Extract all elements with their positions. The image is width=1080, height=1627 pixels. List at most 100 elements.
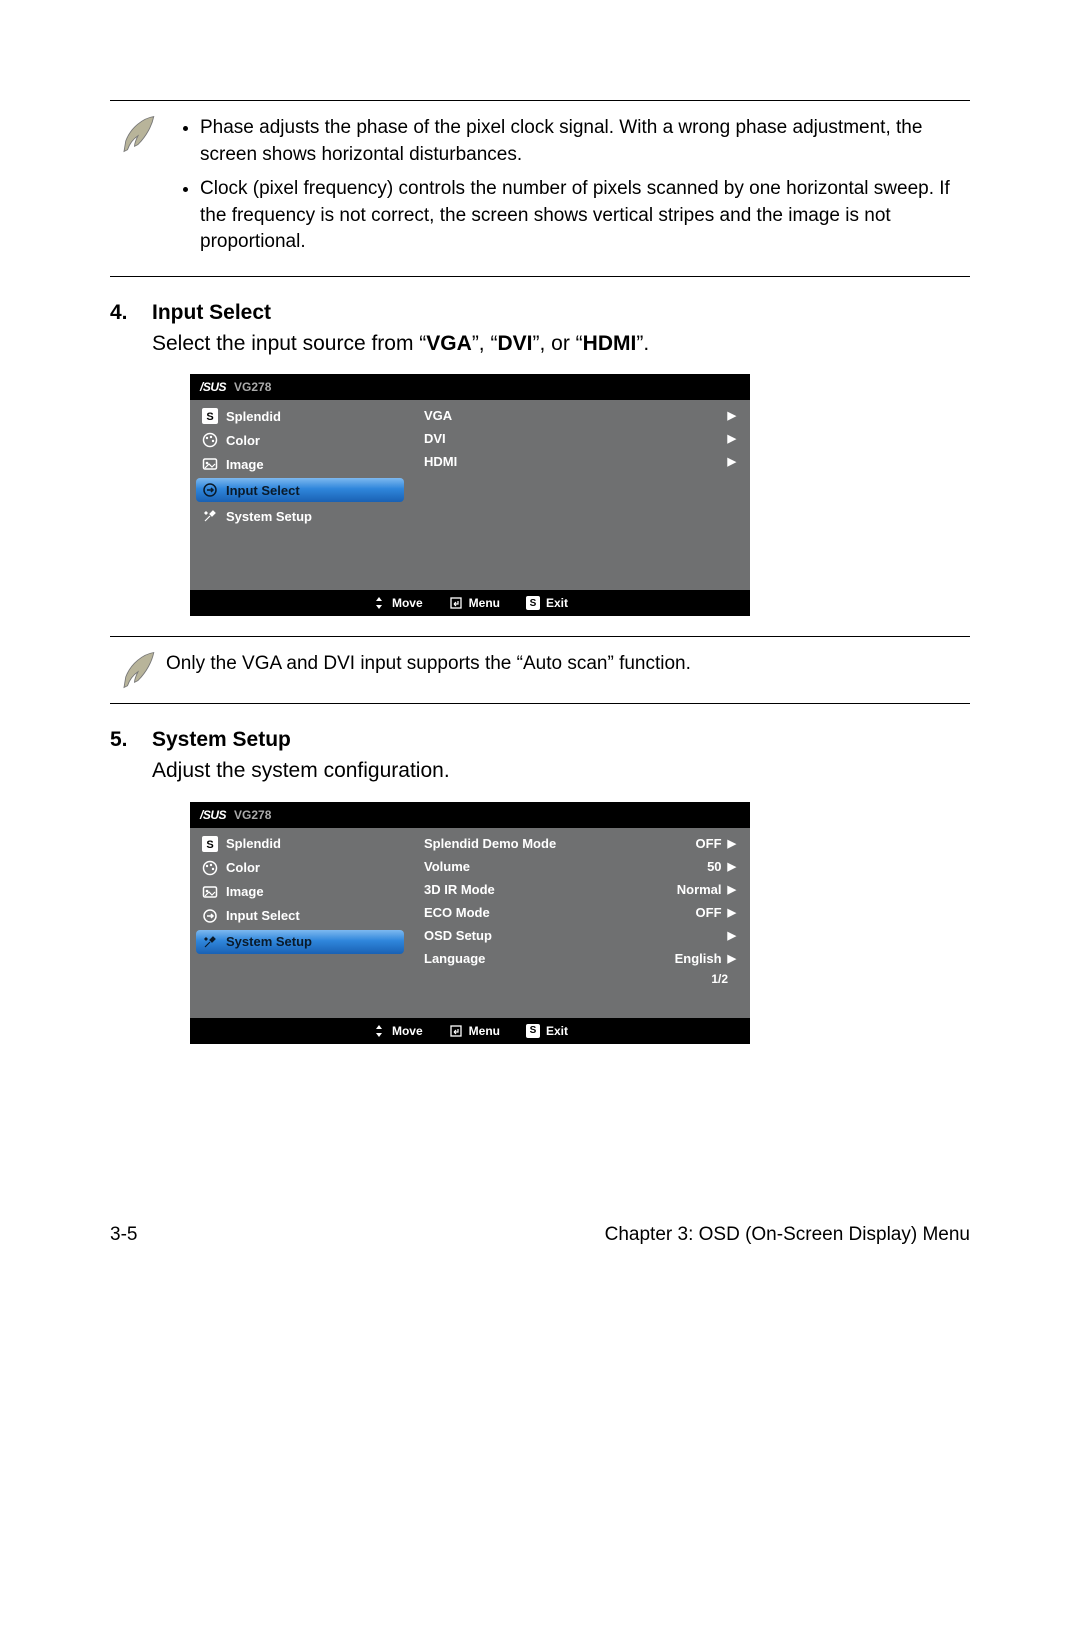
option-value: OFF (696, 905, 722, 920)
osd-option-language[interactable]: LanguageEnglish▶ (410, 947, 742, 970)
enter-icon (449, 596, 463, 610)
page-footer: 3-5 Chapter 3: OSD (On-Screen Display) M… (110, 1224, 970, 1246)
footer-move-label: Move (392, 596, 423, 610)
menu-label: Color (226, 860, 260, 875)
footer-move-label: Move (392, 1024, 423, 1038)
section-5-body: Adjust the system configuration. (152, 756, 970, 785)
menu-icon (202, 908, 218, 924)
osd-left-item-input-select[interactable]: Input Select (190, 904, 410, 928)
osd-left-item-splendid[interactable]: S Splendid (190, 404, 410, 428)
s-badge-icon: S (526, 596, 540, 610)
svg-text:S: S (206, 411, 213, 423)
menu-icon (202, 482, 218, 498)
footer-menu-label: Menu (469, 596, 500, 610)
feather-icon (110, 109, 166, 264)
osd-option-vga[interactable]: VGA▶ (410, 404, 742, 427)
monitor-model: VG278 (234, 380, 271, 394)
menu-icon: S (202, 836, 218, 852)
osd-left-item-system-setup[interactable]: System Setup (190, 504, 410, 528)
osd-option-eco-mode[interactable]: ECO ModeOFF ▶ (410, 901, 742, 924)
osd-option-dvi[interactable]: DVI▶ (410, 427, 742, 450)
chevron-right-icon: ▶ (728, 409, 736, 422)
osd-body: S Splendid Color Image Input SelectSystem Se… (190, 400, 750, 590)
option-value: Normal (677, 882, 722, 897)
note-block-1: Phase adjusts the phase of the pixel clo… (110, 100, 970, 277)
chevron-right-icon: ▶ (728, 837, 736, 850)
osd-pager: 1/2 (410, 970, 742, 988)
osd-footer: Move Menu SExit (190, 590, 750, 616)
chevron-right-icon: ▶ (728, 929, 736, 942)
osd-left-item-input-select[interactable]: Input Select (196, 478, 404, 502)
section-4-number: 4. (110, 301, 152, 325)
osd-left-item-system-setup[interactable]: System Setup (196, 930, 404, 954)
chevron-right-icon: ▶ (728, 432, 736, 445)
sec4-end: ”. (636, 332, 649, 355)
sec4-hdmi: HDMI (583, 332, 637, 355)
osd-option-hdmi[interactable]: HDMI▶ (410, 450, 742, 473)
option-label: Splendid Demo Mode (424, 836, 696, 851)
option-label: 3D IR Mode (424, 882, 677, 897)
chevron-right-icon: ▶ (728, 952, 736, 965)
footer-exit: SExit (526, 596, 568, 610)
note-content: Phase adjusts the phase of the pixel clo… (166, 109, 970, 264)
option-label: DVI (424, 431, 728, 446)
menu-icon (202, 884, 218, 900)
menu-label: Input Select (226, 908, 300, 923)
menu-label: Color (226, 433, 260, 448)
osd-left-menu: S Splendid Color Image Input Select System Se… (190, 828, 410, 1018)
osd-right-panel: Splendid Demo ModeOFF▶Volume50▶3D IR Mod… (410, 828, 750, 1018)
menu-icon (202, 432, 218, 448)
chevron-right-icon: ▶ (728, 455, 736, 468)
menu-icon: S (202, 408, 218, 424)
updown-icon (372, 596, 386, 610)
sec4-dvi: DVI (497, 332, 532, 355)
osd-header: /SUS VG278 (190, 374, 750, 400)
enter-icon (449, 1024, 463, 1038)
osd-left-menu: S Splendid Color Image Input SelectSystem Se… (190, 400, 410, 590)
menu-label: Splendid (226, 836, 281, 851)
osd-left-item-color[interactable]: Color (190, 428, 410, 452)
footer-menu: Menu (449, 1024, 500, 1038)
menu-label: Splendid (226, 409, 281, 424)
osd-right-panel: VGA▶DVI▶HDMI▶ (410, 400, 750, 590)
footer-exit-label: Exit (546, 1024, 568, 1038)
osd-option-splendid-demo-mode[interactable]: Splendid Demo ModeOFF▶ (410, 832, 742, 855)
osd-left-item-image[interactable]: Image (190, 880, 410, 904)
section-4-title: Input Select (152, 301, 271, 325)
option-label: Volume (424, 859, 707, 874)
svg-text:S: S (206, 839, 213, 851)
sec4-mid1: ”, “ (472, 332, 498, 355)
footer-menu-label: Menu (469, 1024, 500, 1038)
footer-exit: SExit (526, 1024, 568, 1038)
note1-bullet-1: Clock (pixel frequency) controls the num… (200, 176, 970, 256)
osd-left-item-splendid[interactable]: S Splendid (190, 832, 410, 856)
menu-icon (202, 456, 218, 472)
note-block-2: Only the VGA and DVI input supports the … (110, 636, 970, 704)
sec4-vga: VGA (426, 332, 472, 355)
option-value: English (675, 951, 722, 966)
option-label: OSD Setup (424, 928, 728, 943)
option-label: HDMI (424, 454, 728, 469)
menu-label: Image (226, 457, 264, 472)
osd-option-osd-setup[interactable]: OSD Setup▶ (410, 924, 742, 947)
section-4-body: Select the input source from “VGA”, “DVI… (152, 329, 970, 358)
chevron-right-icon: ▶ (728, 906, 736, 919)
osd-screenshot-system-setup: /SUSVG278SSplendidColorImageInput Select… (190, 802, 750, 1044)
osd-option-3d-ir-mode[interactable]: 3D IR ModeNormal▶ (410, 878, 742, 901)
footer-move: Move (372, 596, 423, 610)
menu-icon (202, 934, 218, 950)
osd-footer: Move Menu SExit (190, 1018, 750, 1044)
footer-move: Move (372, 1024, 423, 1038)
option-value: 50 (707, 859, 721, 874)
note1-bullet-0: Phase adjusts the phase of the pixel clo… (200, 115, 970, 168)
asus-logo: /SUS (200, 380, 226, 394)
menu-label: System Setup (226, 934, 312, 949)
asus-logo: /SUS (200, 808, 226, 822)
option-label: ECO Mode (424, 905, 696, 920)
osd-left-item-color[interactable]: Color (190, 856, 410, 880)
footer-menu: Menu (449, 596, 500, 610)
menu-label: Image (226, 884, 264, 899)
feather-icon (110, 645, 166, 691)
osd-left-item-image[interactable]: Image (190, 452, 410, 476)
osd-option-volume[interactable]: Volume50▶ (410, 855, 742, 878)
